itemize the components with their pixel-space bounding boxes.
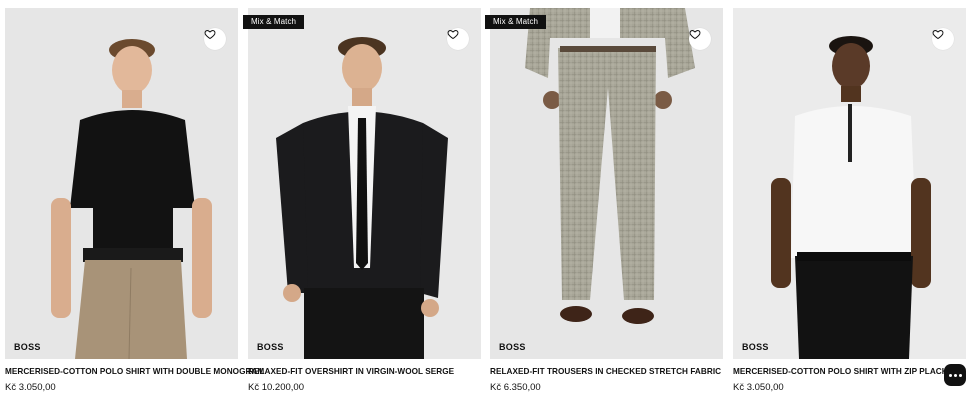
product-photo-white-zip-polo (733, 8, 966, 359)
wishlist-button[interactable] (932, 28, 954, 50)
brand-label: BOSS (257, 342, 284, 352)
product-name[interactable]: MERCERISED-COTTON POLO SHIRT WITH ZIP PL… (733, 367, 972, 376)
product-name[interactable]: RELAXED-FIT TROUSERS IN CHECKED STRETCH … (490, 367, 730, 376)
product-photo-black-overshirt (248, 8, 481, 359)
chat-button[interactable] (944, 364, 966, 386)
product-price: Kč 6.350,00 (490, 382, 541, 393)
product-card[interactable]: BOSS MERCERISED-COTTON POLO SHIRT WITH D… (5, 0, 264, 400)
brand-label: BOSS (499, 342, 526, 352)
product-photo-black-polo (5, 8, 238, 359)
mix-match-badge: Mix & Match (485, 15, 547, 29)
product-card[interactable]: Mix & Match BOSS RELAXED-FIT TROUSERS IN… (485, 0, 723, 400)
product-price: Kč 3.050,00 (5, 382, 56, 393)
wishlist-button[interactable] (447, 28, 469, 50)
product-card[interactable]: Mix & Match BOSS RELAXED-FIT OVERSHIRT I… (243, 0, 481, 400)
chat-dots-icon (948, 373, 962, 377)
product-card[interactable]: BOSS MERCERISED-COTTON POLO SHIRT WITH Z… (733, 0, 966, 400)
product-image[interactable] (733, 8, 966, 359)
product-name[interactable]: MERCERISED-COTTON POLO SHIRT WITH DOUBLE… (5, 367, 264, 376)
product-image[interactable] (490, 8, 723, 359)
wishlist-button[interactable] (204, 28, 226, 50)
product-photo-checked-trousers (490, 8, 723, 359)
mix-match-badge: Mix & Match (243, 15, 305, 29)
heart-icon (932, 29, 944, 40)
heart-icon (689, 29, 701, 40)
product-price: Kč 10.200,00 (248, 382, 304, 393)
product-price: Kč 3.050,00 (733, 382, 784, 393)
heart-icon (204, 29, 216, 40)
wishlist-button[interactable] (689, 28, 711, 50)
product-image[interactable] (248, 8, 481, 359)
brand-label: BOSS (14, 342, 41, 352)
product-image[interactable] (5, 8, 238, 359)
product-grid: BOSS MERCERISED-COTTON POLO SHIRT WITH D… (0, 0, 972, 400)
heart-icon (447, 29, 459, 40)
brand-label: BOSS (742, 342, 769, 352)
product-name[interactable]: RELAXED-FIT OVERSHIRT IN VIRGIN-WOOL SER… (248, 367, 488, 376)
